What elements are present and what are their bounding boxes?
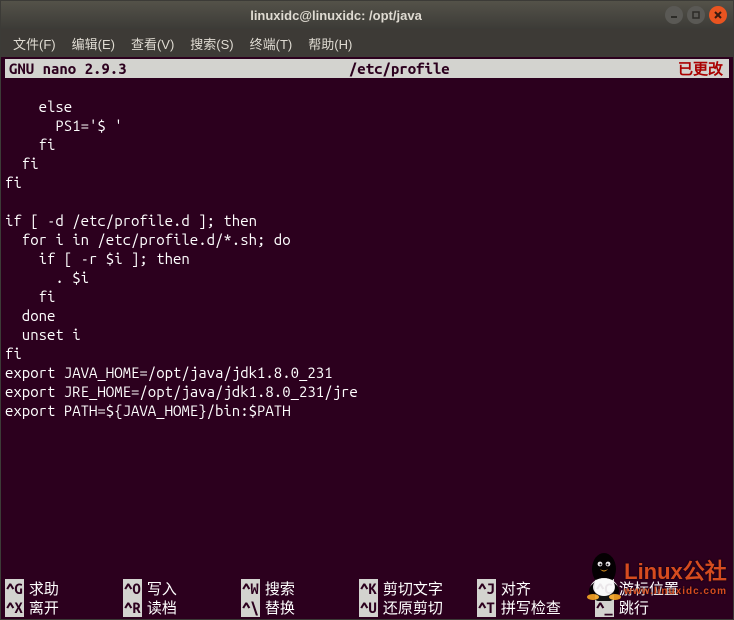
shortcut-label: 替换: [260, 598, 295, 617]
menu-search[interactable]: 搜索(S): [182, 30, 241, 57]
nano-statusbar: GNU nano 2.9.3 /etc/profile 已更改: [5, 59, 729, 78]
nano-shortcut: ^_跳行: [595, 598, 713, 617]
nano-editor-content[interactable]: else PS1='$ ' fi fi fi if [ -d /etc/prof…: [5, 78, 729, 420]
shortcut-key: ^X: [5, 598, 24, 617]
shortcut-label: 剪切文字: [378, 579, 443, 598]
shortcut-label: 离开: [24, 598, 59, 617]
nano-shortcut: ^K剪切文字: [359, 579, 477, 598]
nano-shortcut: ^J对齐: [477, 579, 595, 598]
shortcut-key: ^W: [241, 579, 260, 598]
titlebar[interactable]: linuxidc@linuxidc: /opt/java: [1, 1, 733, 29]
shortcut-key: ^U: [359, 598, 378, 617]
minimize-button[interactable]: [665, 6, 683, 24]
menu-terminal[interactable]: 终端(T): [242, 30, 301, 57]
nano-shortcut: ^O写入: [123, 579, 241, 598]
shortcut-label: 游标位置: [614, 579, 679, 598]
window-buttons: [665, 6, 727, 24]
maximize-button[interactable]: [687, 6, 705, 24]
menu-edit[interactable]: 编辑(E): [64, 30, 123, 57]
shortcut-key: ^C: [595, 579, 614, 598]
nano-help-bar: ^G求助^O写入^W搜索^K剪切文字^J对齐^C游标位置 ^X离开^R读档^\替…: [5, 579, 729, 617]
shortcut-key: ^_: [595, 598, 614, 617]
shortcut-key: ^G: [5, 579, 24, 598]
nano-modified-flag: 已更改: [672, 59, 729, 78]
nano-shortcut: ^U还原剪切: [359, 598, 477, 617]
nano-shortcut: ^\替换: [241, 598, 359, 617]
shortcut-key: ^J: [477, 579, 496, 598]
menu-view[interactable]: 查看(V): [123, 30, 182, 57]
shortcut-label: 跳行: [614, 598, 649, 617]
shortcut-label: 对齐: [496, 579, 531, 598]
nano-shortcut: ^X离开: [5, 598, 123, 617]
shortcut-label: 还原剪切: [378, 598, 443, 617]
close-button[interactable]: [709, 6, 727, 24]
nano-name-version: GNU nano 2.9.3: [5, 59, 127, 78]
shortcut-label: 写入: [142, 579, 177, 598]
terminal-body[interactable]: GNU nano 2.9.3 /etc/profile 已更改 else PS1…: [1, 57, 733, 619]
menubar: 文件(F) 编辑(E) 查看(V) 搜索(S) 终端(T) 帮助(H): [1, 29, 733, 57]
shortcut-key: ^K: [359, 579, 378, 598]
menu-file[interactable]: 文件(F): [5, 30, 64, 57]
shortcut-key: ^T: [477, 598, 496, 617]
shortcut-key: ^R: [123, 598, 142, 617]
nano-file-path: /etc/profile: [127, 59, 672, 78]
nano-shortcut: ^T拼写检查: [477, 598, 595, 617]
shortcut-label: 搜索: [260, 579, 295, 598]
window-title: linuxidc@linuxidc: /opt/java: [7, 8, 665, 23]
nano-shortcut: ^G求助: [5, 579, 123, 598]
nano-shortcut: ^W搜索: [241, 579, 359, 598]
nano-shortcut: ^R读档: [123, 598, 241, 617]
menu-help[interactable]: 帮助(H): [300, 30, 360, 57]
shortcut-key: ^\: [241, 598, 260, 617]
shortcut-key: ^O: [123, 579, 142, 598]
shortcut-label: 读档: [142, 598, 177, 617]
terminal-window: linuxidc@linuxidc: /opt/java 文件(F) 编辑(E)…: [0, 0, 734, 620]
shortcut-label: 拼写检查: [496, 598, 561, 617]
shortcut-label: 求助: [24, 579, 59, 598]
nano-shortcut: ^C游标位置: [595, 579, 713, 598]
